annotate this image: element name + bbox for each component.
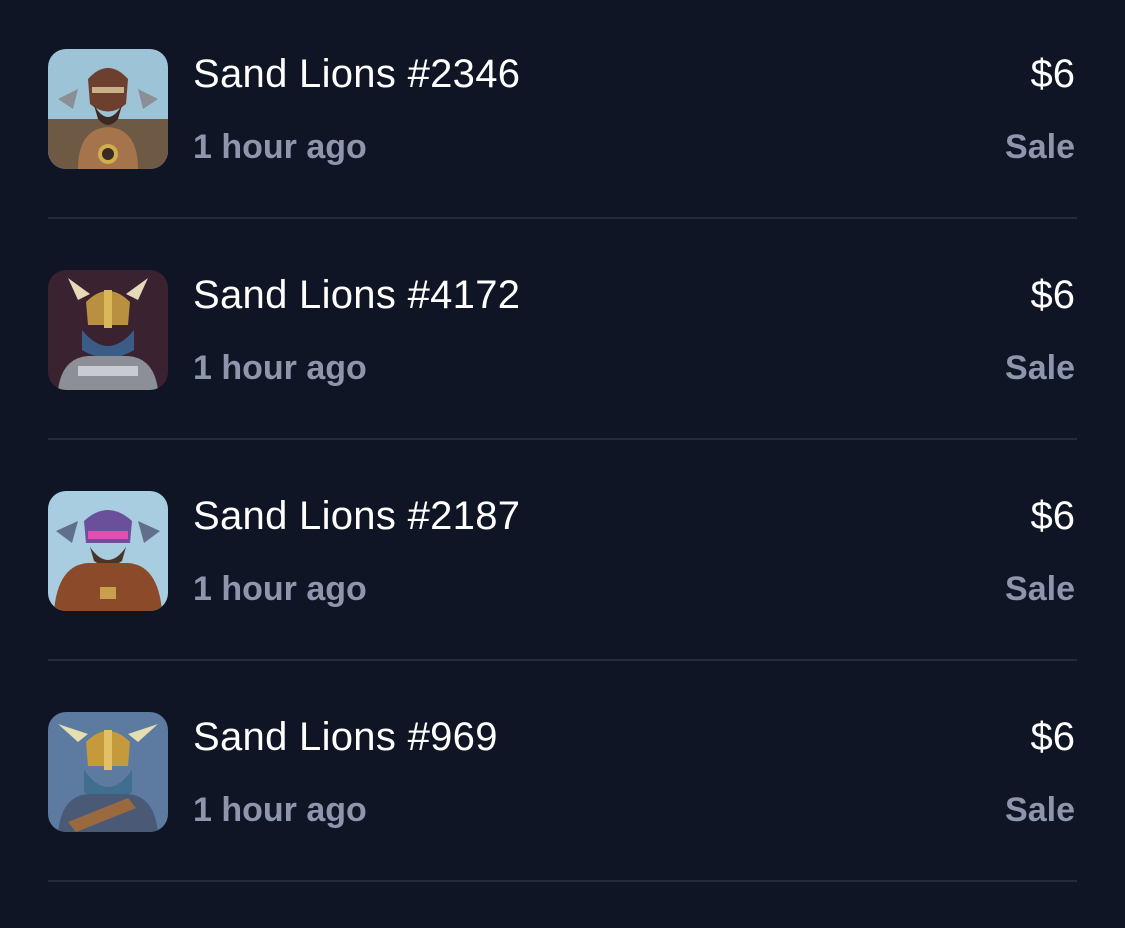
activity-time: 1 hour ago — [193, 349, 367, 387]
nft-thumbnail[interactable] — [48, 49, 168, 169]
nft-thumbnail[interactable] — [48, 270, 168, 390]
sale-price: $6 — [1030, 273, 1076, 317]
activity-time: 1 hour ago — [193, 791, 367, 829]
activity-row[interactable]: Sand Lions #969 1 hour ago $6 Sale — [48, 661, 1077, 882]
event-type: Sale — [1005, 791, 1075, 829]
activity-row[interactable]: Sand Lions #2346 1 hour ago $6 Sale — [48, 0, 1077, 219]
activity-row[interactable]: Sand Lions #4172 1 hour ago $6 Sale — [48, 219, 1077, 440]
warrior-avatar-icon — [48, 491, 168, 611]
nft-name[interactable]: Sand Lions #2187 — [193, 494, 520, 539]
warrior-avatar-icon — [48, 270, 168, 390]
nft-thumbnail[interactable] — [48, 491, 168, 611]
warrior-avatar-icon — [48, 49, 168, 169]
nft-name[interactable]: Sand Lions #2346 — [193, 52, 520, 97]
activity-time: 1 hour ago — [193, 570, 367, 608]
event-type: Sale — [1005, 128, 1075, 166]
activity-time: 1 hour ago — [193, 128, 367, 166]
sale-price: $6 — [1030, 494, 1076, 538]
sale-price: $6 — [1030, 715, 1076, 759]
sale-price: $6 — [1030, 52, 1076, 96]
nft-name[interactable]: Sand Lions #4172 — [193, 273, 520, 318]
activity-list: Sand Lions #2346 1 hour ago $6 Sale Sand… — [48, 0, 1077, 882]
nft-thumbnail[interactable] — [48, 712, 168, 832]
event-type: Sale — [1005, 349, 1075, 387]
warrior-avatar-icon — [48, 712, 168, 832]
nft-name[interactable]: Sand Lions #969 — [193, 715, 498, 760]
event-type: Sale — [1005, 570, 1075, 608]
activity-row[interactable]: Sand Lions #2187 1 hour ago $6 Sale — [48, 440, 1077, 661]
